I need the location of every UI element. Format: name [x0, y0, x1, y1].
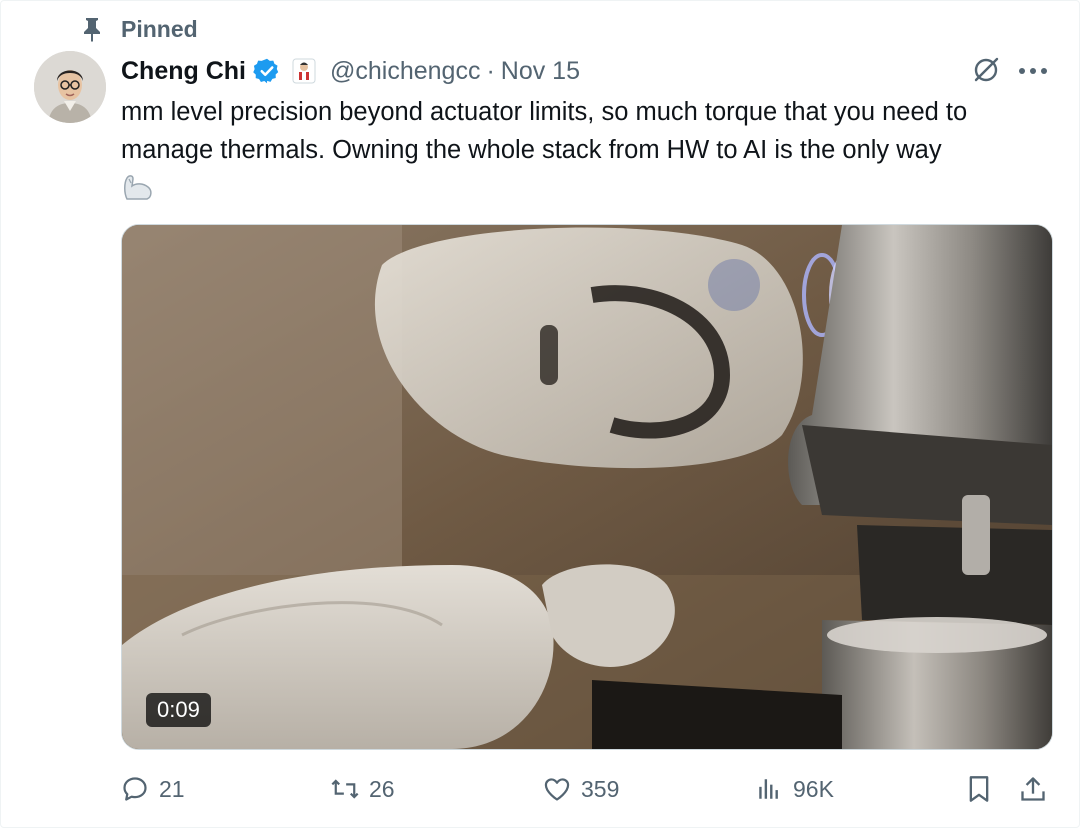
- tweet-body: mm level precision beyond actuator limit…: [121, 98, 968, 164]
- pin-icon: [79, 15, 105, 43]
- heart-icon: [541, 773, 573, 805]
- tweet-date[interactable]: Nov 15: [501, 57, 580, 86]
- verified-badge-icon[interactable]: [252, 56, 282, 86]
- separator-dot: ·: [486, 56, 495, 85]
- share-button[interactable]: [1017, 769, 1049, 809]
- share-icon: [1017, 773, 1049, 805]
- tweet-header: Cheng Chi @chichengcc · Nov 15: [121, 53, 580, 89]
- reply-icon: [119, 773, 151, 805]
- like-button[interactable]: 359: [541, 769, 619, 809]
- more-options-icon[interactable]: [1015, 56, 1051, 86]
- tweet-text: mm level precision beyond actuator limit…: [121, 93, 1061, 214]
- pinned-indicator: Pinned: [79, 15, 198, 43]
- like-count: 359: [581, 775, 620, 802]
- bookmark-icon: [963, 773, 995, 805]
- avatar[interactable]: [34, 51, 106, 123]
- repost-count: 26: [369, 775, 395, 802]
- author-handle[interactable]: @chichengcc: [330, 57, 480, 86]
- repost-icon: [329, 773, 361, 805]
- repost-button[interactable]: 26: [329, 769, 395, 809]
- bookmark-button[interactable]: [963, 769, 995, 809]
- flexed-biceps-icon: [121, 173, 155, 214]
- views-button[interactable]: 96K: [753, 769, 834, 809]
- tweet-video[interactable]: 0:09: [121, 224, 1053, 750]
- author-name[interactable]: Cheng Chi: [121, 57, 246, 86]
- tweet-card: Pinned Cheng Chi @chichengcc · Nov 15 mm…: [0, 0, 1080, 828]
- grok-icon[interactable]: [969, 53, 1003, 87]
- views-icon: [753, 773, 785, 805]
- reply-button[interactable]: 21: [119, 769, 185, 809]
- reply-count: 21: [159, 775, 185, 802]
- affiliate-badge-icon[interactable]: [292, 58, 316, 84]
- views-count: 96K: [793, 775, 834, 802]
- tweet-actions: 21 26 359 96K: [1, 769, 1080, 809]
- pinned-label: Pinned: [121, 15, 198, 42]
- video-duration: 0:09: [146, 693, 211, 727]
